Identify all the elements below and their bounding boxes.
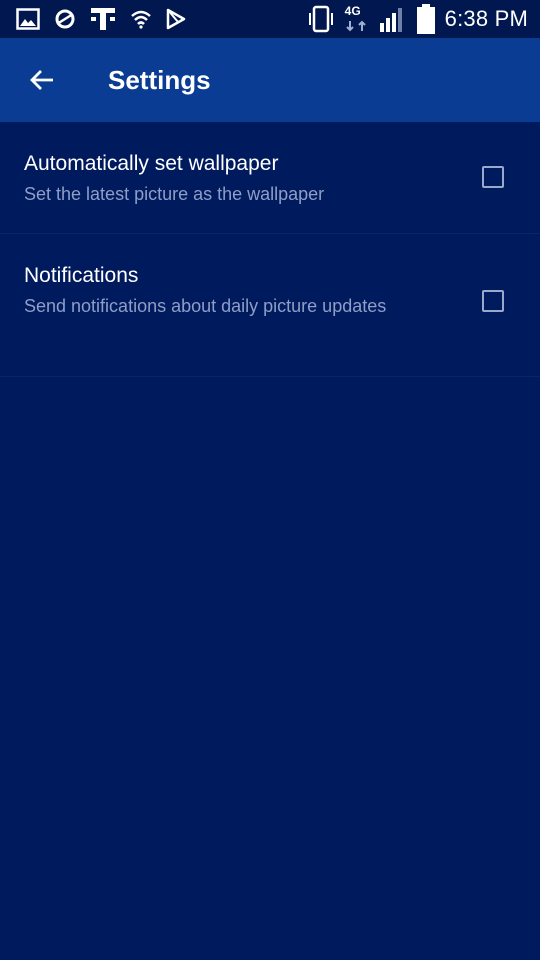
setting-summary: Set the latest picture as the wallpaper	[24, 184, 325, 204]
arrow-left-icon	[29, 69, 55, 91]
auto-wallpaper-checkbox[interactable]	[482, 166, 504, 188]
signal-icon	[379, 5, 407, 33]
notifications-checkbox[interactable]	[482, 290, 504, 312]
setting-title: Notifications	[24, 264, 139, 287]
status-bar-notifications	[16, 5, 186, 33]
page-title: Settings	[108, 65, 211, 95]
sync-icon	[54, 8, 76, 30]
app-bar: Settings	[0, 38, 540, 122]
back-button[interactable]	[14, 52, 70, 108]
gallery-icon	[16, 8, 40, 30]
network-type-label: 4G	[344, 4, 361, 18]
wifi-icon	[130, 9, 152, 29]
setting-notifications[interactable]: Notifications Send notifications about d…	[0, 234, 540, 377]
data-arrows-icon: 4G	[344, 4, 369, 33]
tmobile-icon	[90, 6, 116, 32]
status-bar: 4G 6:38 PM	[0, 0, 540, 38]
setting-auto-wallpaper[interactable]: Automatically set wallpaper Set the late…	[0, 122, 540, 234]
play-store-icon	[166, 8, 186, 30]
battery-icon	[416, 4, 435, 34]
setting-title: Automatically set wallpaper	[24, 152, 279, 175]
status-bar-system: 4G 6:38 PM	[307, 4, 528, 34]
vibrate-icon	[307, 5, 335, 33]
settings-list: Automatically set wallpaper Set the late…	[0, 122, 540, 377]
clock: 6:38 PM	[444, 6, 528, 31]
setting-summary: Send notifications about daily picture u…	[24, 296, 387, 316]
settings-screen: 4G 6:38 PM Settings Automatically set wa…	[0, 0, 540, 960]
